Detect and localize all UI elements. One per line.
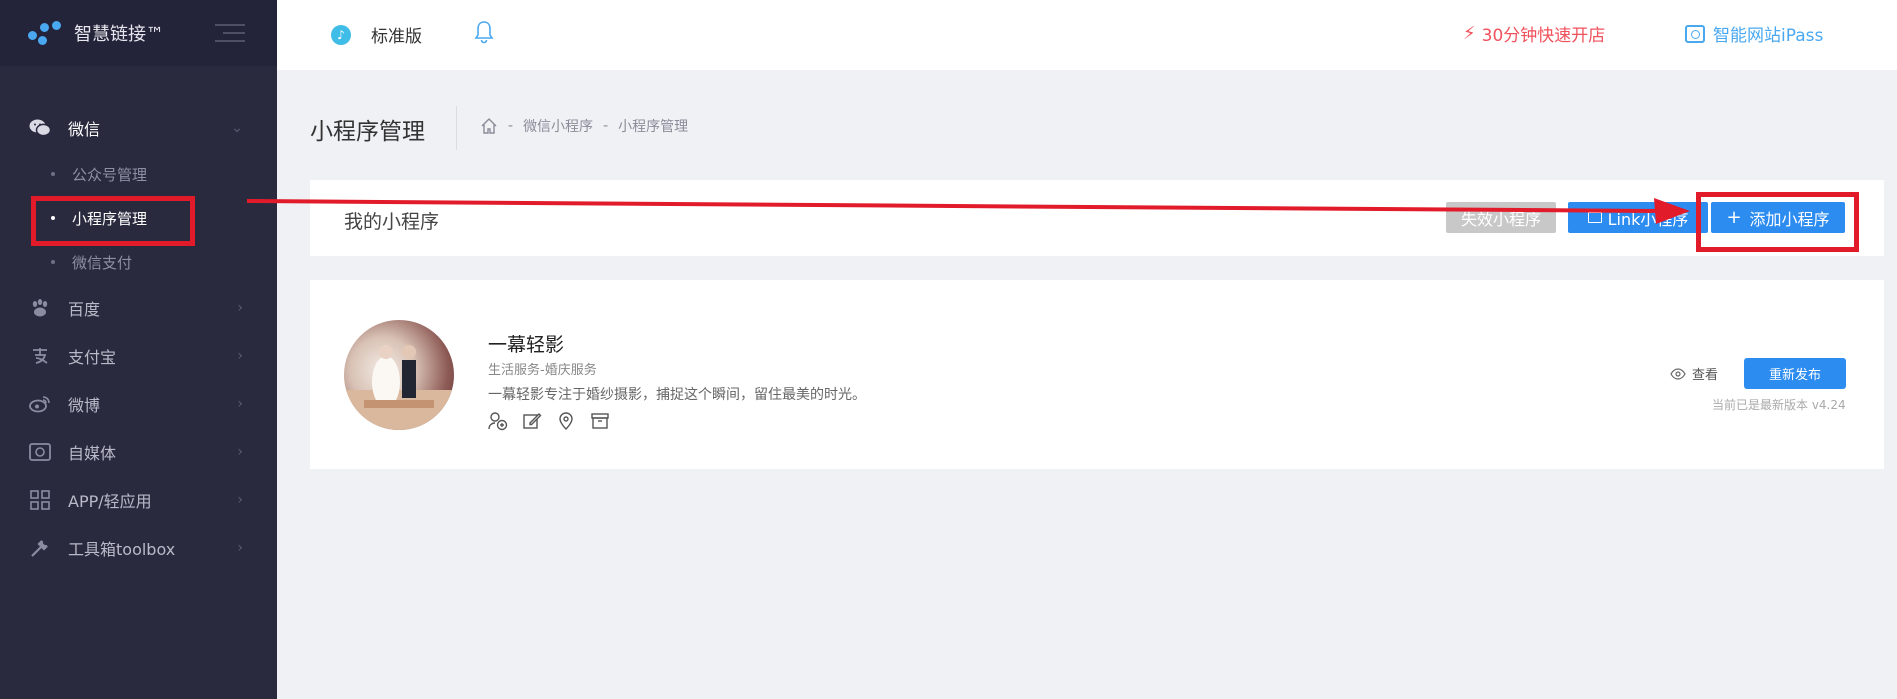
breadcrumb: - 微信小程序 - 小程序管理 (480, 116, 688, 136)
breadcrumb-item: 小程序管理 (618, 119, 689, 135)
chevron-down-icon: ⌄ (231, 120, 243, 136)
sidebar-item-label: 工具箱toolbox (68, 540, 176, 559)
chevron-right-icon: › (237, 300, 243, 316)
app-grid-icon (28, 489, 52, 511)
sidebar-subitem-official-account[interactable]: 公众号管理 (0, 152, 277, 196)
sidebar-subitem-label: 公众号管理 (72, 165, 148, 184)
breadcrumb-separator: - (508, 118, 514, 134)
ipass-link[interactable]: 智能网站iPass (1685, 21, 1823, 46)
annotation-box-add-button (1696, 192, 1859, 252)
mini-programs-header: 我的小程序 失效小程序 Link小程序 + 添加小程序 (310, 180, 1884, 256)
side-menu: 微信 ⌄ 公众号管理 小程序管理 微信支付 百度 › 支付宝 › 微博 › 自媒… (0, 104, 277, 572)
link-mini-program-button[interactable]: Link小程序 (1568, 202, 1708, 233)
sidebar-item-label: 微博 (68, 396, 101, 415)
image-icon (1685, 24, 1705, 43)
sidebar-item-label: 支付宝 (68, 348, 117, 367)
music-note-icon: ♪ (331, 24, 351, 45)
chevron-right-icon: › (237, 396, 243, 412)
archive-icon[interactable] (590, 411, 610, 431)
edition-label: 标准版 (371, 27, 422, 47)
quick-open-link[interactable]: ⚡ 30分钟快速开店 (1463, 21, 1605, 46)
sidebar-item-wechat[interactable]: 微信 ⌄ (0, 104, 277, 152)
app-description: 一幕轻影专注于婚纱摄影，捕捉这个瞬间，留住最美的时光。 (488, 387, 866, 403)
sidebar-item-alipay[interactable]: 支付宝 › (0, 332, 277, 380)
app-avatar (344, 320, 454, 430)
weibo-icon (28, 393, 52, 415)
media-icon (28, 441, 52, 463)
edit-icon[interactable] (522, 411, 542, 431)
annotation-box-sidebar (31, 196, 195, 246)
view-label: 查看 (1692, 368, 1719, 383)
breadcrumb-item[interactable]: 微信小程序 (523, 116, 593, 136)
chevron-right-icon: › (237, 492, 243, 508)
divider (456, 106, 457, 150)
chevron-right-icon: › (237, 444, 243, 460)
button-label: Link小程序 (1607, 209, 1689, 229)
version-note: 当前已是最新版本 v4.24 (1712, 398, 1846, 412)
app-category: 生活服务-婚庆服务 (488, 363, 597, 378)
lightning-icon: ⚡ (1463, 23, 1476, 44)
button-label: 重新发布 (1768, 368, 1821, 383)
paw-icon (28, 297, 52, 319)
edition-switch[interactable]: ♪ 标准版 (331, 22, 422, 47)
quick-open-label: 30分钟快速开店 (1481, 26, 1606, 46)
section-title: 我的小程序 (344, 211, 440, 233)
location-icon[interactable] (556, 411, 576, 431)
alipay-icon (28, 345, 52, 367)
sidebar-item-toolbox[interactable]: 工具箱toolbox › (0, 524, 277, 572)
breadcrumb-separator: - (603, 118, 609, 134)
monitor-icon (1587, 212, 1602, 223)
home-icon[interactable] (480, 117, 498, 135)
chevron-right-icon: › (237, 540, 243, 556)
button-label: 失效小程序 (1460, 209, 1541, 229)
bell-icon[interactable] (473, 20, 495, 44)
sidebar: 智慧链接™ 微信 ⌄ 公众号管理 小程序管理 微信支付 百度 › 支付宝 › 微… (0, 0, 277, 699)
app-tools (488, 411, 610, 431)
add-user-icon[interactable] (488, 411, 508, 431)
sidebar-subitem-label: 微信支付 (72, 253, 133, 272)
eye-icon (1670, 367, 1686, 380)
sidebar-item-label: 自媒体 (68, 444, 117, 463)
sidebar-item-label: APP/轻应用 (68, 492, 152, 511)
sidebar-item-weibo[interactable]: 微博 › (0, 380, 277, 428)
sidebar-item-label: 微信 (68, 120, 101, 139)
wechat-icon (28, 117, 52, 139)
wrench-icon (28, 537, 52, 559)
chevron-right-icon: › (237, 348, 243, 364)
brand-name: 智慧链接™ (74, 24, 164, 45)
top-header: ♪ 标准版 ⚡ 30分钟快速开店 智能网站iPass (277, 0, 1897, 70)
mini-program-card: 一幕轻影 生活服务-婚庆服务 一幕轻影专注于婚纱摄影，捕捉这个瞬间，留住最美的时… (310, 280, 1884, 469)
logo-icon (28, 21, 64, 45)
app-name[interactable]: 一幕轻影 (488, 330, 564, 357)
sidebar-item-baidu[interactable]: 百度 › (0, 284, 277, 332)
view-link[interactable]: 查看 (1670, 364, 1718, 383)
sidebar-item-label: 百度 (68, 300, 101, 319)
menu-toggle-icon[interactable] (215, 24, 245, 42)
republish-button[interactable]: 重新发布 (1744, 358, 1846, 389)
sidebar-item-app[interactable]: APP/轻应用 › (0, 476, 277, 524)
invalid-mini-programs-button[interactable]: 失效小程序 (1446, 202, 1556, 233)
sidebar-subitem-wechat-pay[interactable]: 微信支付 (0, 240, 277, 284)
page-title: 小程序管理 (310, 119, 425, 145)
ipass-label: 智能网站iPass (1713, 26, 1824, 46)
sidebar-item-self-media[interactable]: 自媒体 › (0, 428, 277, 476)
